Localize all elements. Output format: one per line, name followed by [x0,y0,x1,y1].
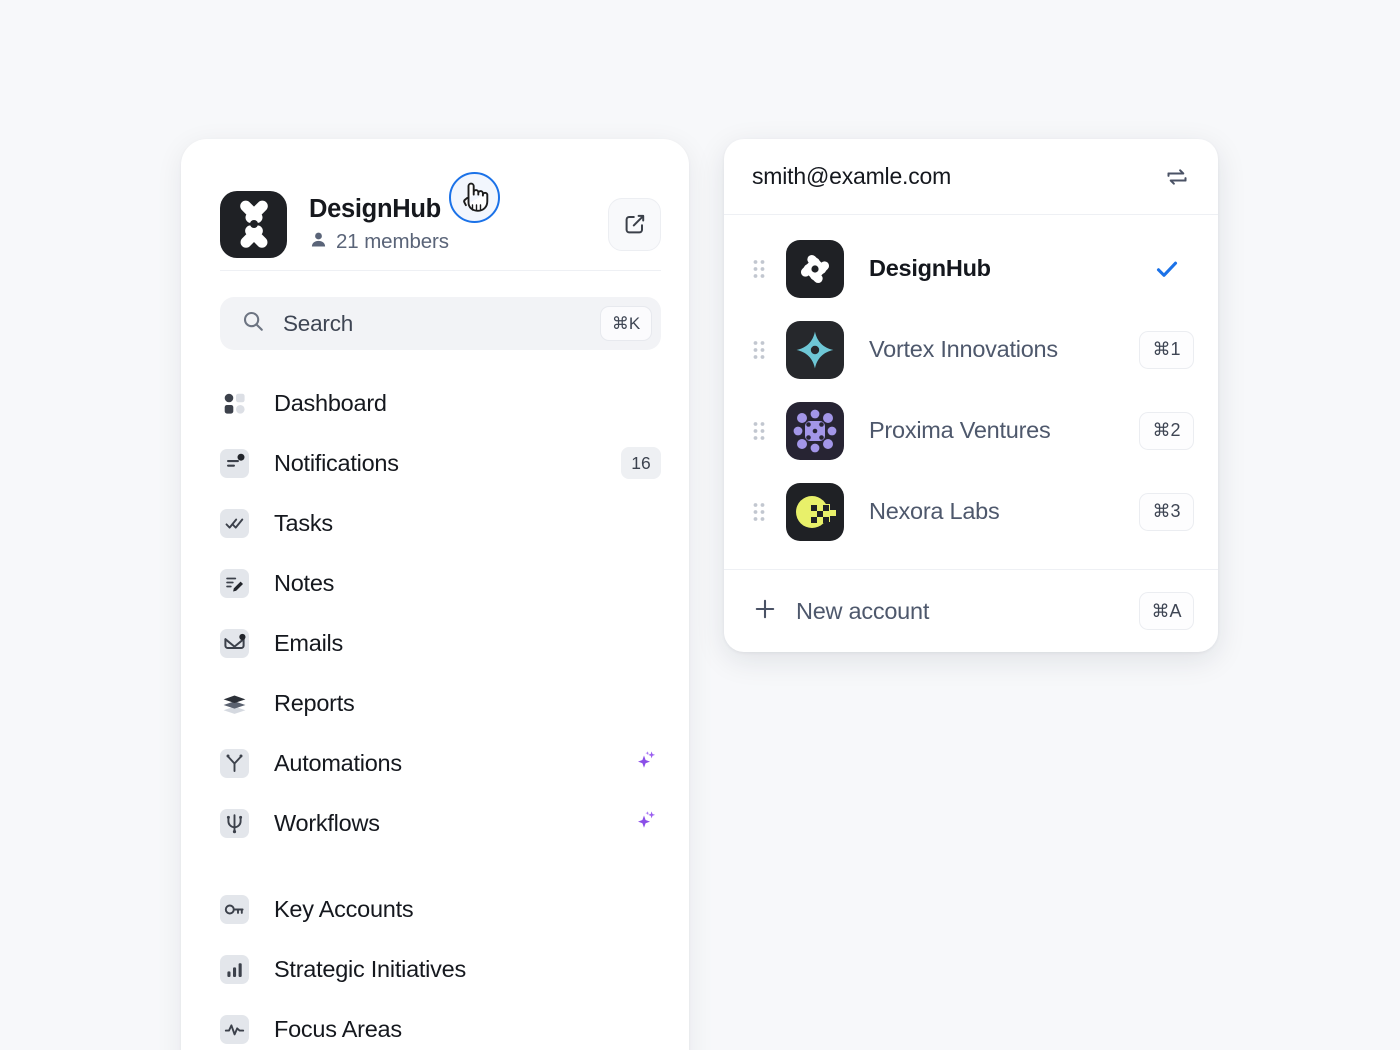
sidebar-item-label: Strategic Initiatives [274,955,466,982]
sidebar-panel: DesignHub 21 members Search ⌘K Dashboard… [181,139,689,1050]
plus-icon [752,596,778,627]
search-placeholder: Search [283,310,354,336]
bar-chart-icon [220,954,249,984]
sidebar-item-tasks[interactable]: Tasks [220,493,661,553]
account-shortcut-badge: ⌘2 [1139,411,1194,450]
person-icon [309,230,328,254]
designhub-pinwheel-logo [220,190,287,258]
sidebar-item-label: Notifications [274,449,399,476]
sidebar-item-label: Automations [274,749,402,776]
double-check-icon [220,508,249,538]
drag-dots-icon[interactable] [749,501,769,523]
drag-dots-icon[interactable] [749,258,769,280]
designhub-pinwheel-logo [786,239,844,298]
sidebar-item-workflows[interactable]: Workflows [220,793,661,853]
note-pencil-icon [220,568,249,598]
sidebar-item-emails[interactable]: Emails [220,613,661,673]
dropdown-header: smith@examle.com [724,139,1218,215]
status-badge: 16 [621,447,661,479]
sidebar-item-label: Key Accounts [274,895,414,922]
drag-dots-icon[interactable] [749,339,769,361]
sparkle-ai-icon [631,806,661,841]
account-name-label: Nexora Labs [869,498,1000,524]
sidebar-item-label: Dashboard [274,389,387,416]
cursor-highlight-ring [449,172,500,223]
search-input[interactable]: Search ⌘K [220,297,661,350]
edit-square-pencil-icon[interactable] [608,197,661,251]
sidebar-item-strategic-initiatives[interactable]: Strategic Initiatives [220,939,661,999]
sidebar-item-key-accounts[interactable]: Key Accounts [220,879,661,939]
account-row[interactable]: Vortex Innovations ⌘1 [724,309,1218,390]
account-switcher-dropdown: smith@examle.com DesignHub Vortex Innova… [724,139,1218,652]
account-name-label: Proxima Ventures [869,417,1051,443]
account-row[interactable]: Nexora Labs ⌘3 [724,471,1218,552]
nav-section-divider [220,853,661,879]
check-icon [1139,254,1194,284]
sidebar-item-focus-areas[interactable]: Focus Areas [220,999,661,1050]
sidebar-item-label: Emails [274,629,344,656]
account-shortcut-badge: ⌘1 [1139,330,1194,369]
vortex-star-logo [786,320,844,379]
sidebar-item-label: Workflows [274,809,380,836]
account-row[interactable]: Proxima Ventures ⌘2 [724,390,1218,471]
search-icon [241,309,266,339]
dashboard-grid-icon [220,389,249,418]
new-account-button[interactable]: New account ⌘A [724,569,1218,652]
workflow-trident-icon [220,808,249,838]
envelope-icon [220,628,249,658]
page-title: DesignHub [309,194,441,223]
layers-stack-icon [220,689,249,718]
pulse-line-icon [220,1014,249,1044]
sidebar-item-label: Reports [274,689,355,716]
sidebar-item-automations[interactable]: Automations [220,733,661,793]
account-list: DesignHub Vortex Innovations ⌘1 Proxima … [724,215,1218,569]
sidebar-item-notifications[interactable]: Notifications 16 [220,433,661,493]
account-row[interactable]: DesignHub [724,228,1218,309]
account-shortcut-badge: ⌘3 [1139,492,1194,531]
notification-list-icon [220,448,249,478]
search-row: Search ⌘K [181,271,689,350]
sparkle-ai-icon [631,746,661,781]
sidebar-item-notes[interactable]: Notes [220,553,661,613]
sidebar-item-label: Notes [274,569,335,596]
branch-fork-icon [220,748,249,778]
account-email-label: smith@examle.com [752,163,952,189]
proxima-molecule-logo [786,401,844,460]
account-name-label: Vortex Innovations [869,336,1058,362]
switch-accounts-repeat-icon[interactable] [1160,160,1194,194]
account-name-label: DesignHub [869,255,991,281]
new-account-shortcut-badge: ⌘A [1139,592,1194,630]
new-account-label: New account [796,597,930,624]
sidebar-item-label: Tasks [274,509,333,536]
drag-dots-icon[interactable] [749,420,769,442]
sidebar-item-dashboard[interactable]: Dashboard [220,373,661,433]
sidebar-header: DesignHub 21 members [181,139,689,270]
sidebar-item-reports[interactable]: Reports [220,673,661,733]
nexora-pixel-circle-logo [786,482,844,541]
sidebar-item-label: Focus Areas [274,1015,402,1042]
sidebar-nav: Dashboard Notifications 16 Tasks Notes E… [181,350,689,1050]
search-shortcut-badge: ⌘K [600,306,652,341]
key-icon [220,894,249,924]
member-count-label: 21 members [336,229,449,253]
